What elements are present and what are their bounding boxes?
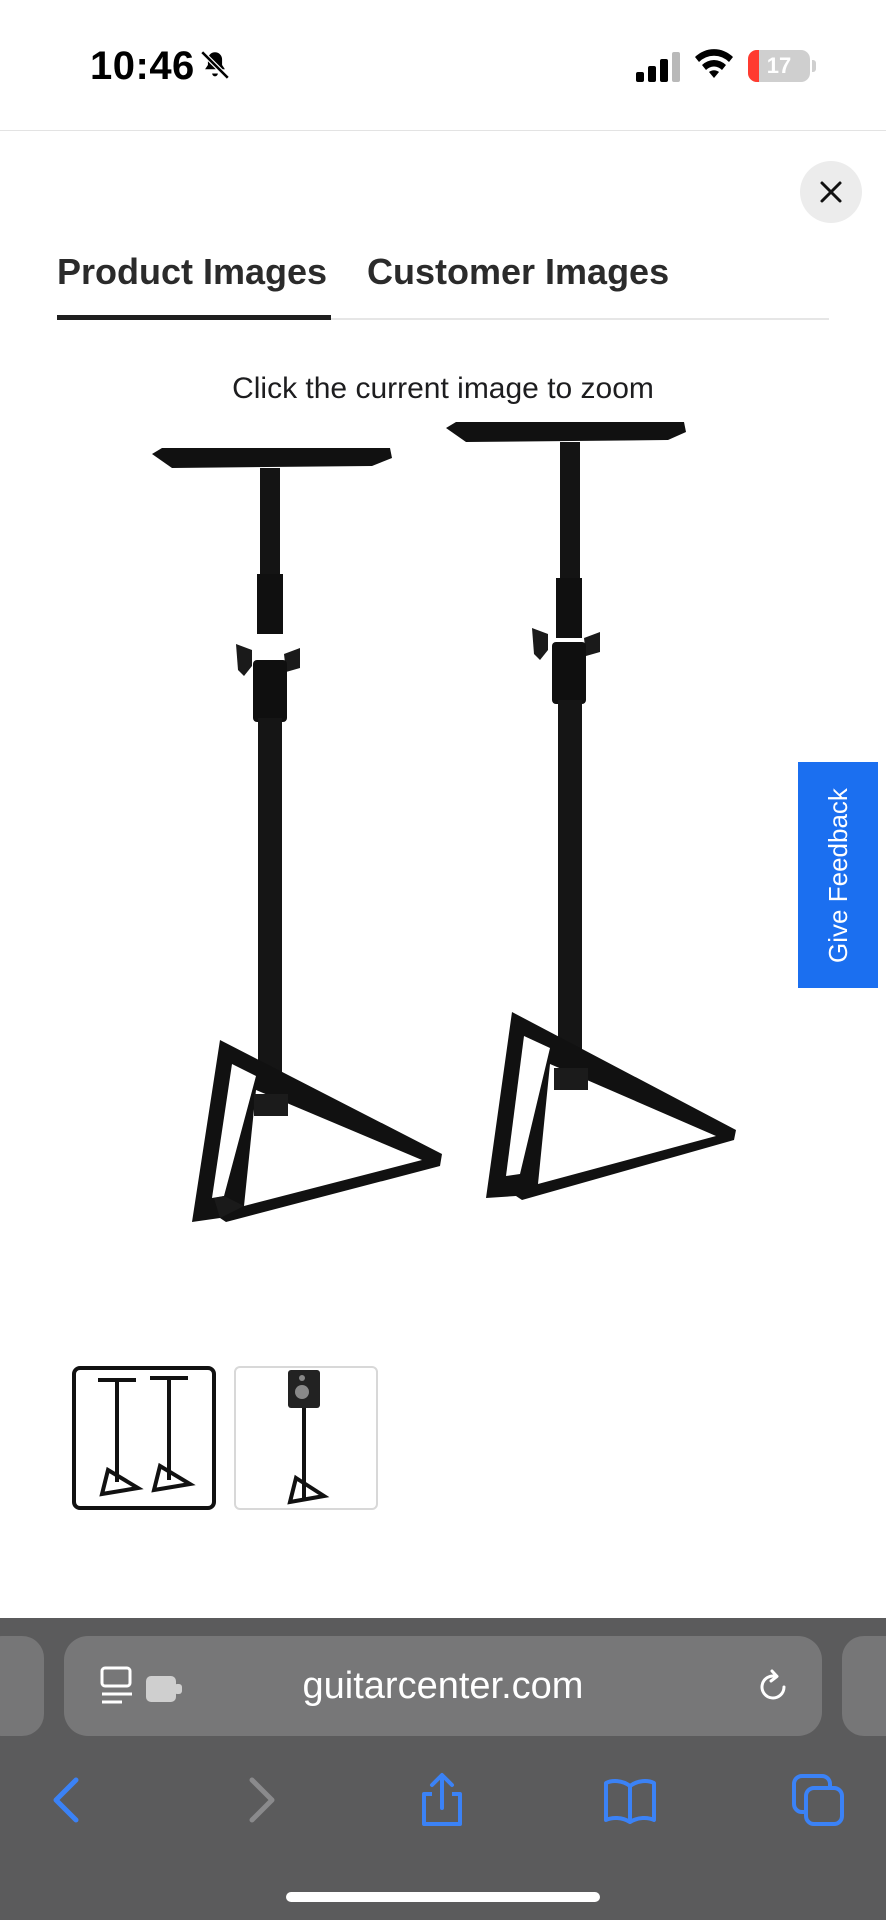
browser-bottom-bar: guitarcenter.com [0, 1618, 886, 1920]
battery-cap [812, 60, 816, 72]
tabs-icon[interactable] [790, 1772, 846, 1828]
speaker-stand-right [446, 422, 736, 1200]
bookmarks-icon[interactable] [602, 1772, 658, 1828]
speaker-stand-left [152, 448, 442, 1222]
forward-icon[interactable] [232, 1772, 288, 1828]
page-menu-icon[interactable] [100, 1666, 190, 1708]
image-tabs: Product Images Customer Images [57, 248, 829, 320]
thumbnail-stand-with-speaker [287, 1370, 330, 1505]
tab-customer-images[interactable]: Customer Images [367, 248, 669, 318]
main-product-image[interactable] [140, 414, 740, 1234]
give-feedback-button[interactable]: Give Feedback [798, 762, 878, 988]
battery-icon: 17 [748, 50, 810, 82]
wifi-icon [695, 49, 733, 78]
back-icon[interactable] [40, 1772, 96, 1828]
thumbnail-1-selected[interactable] [72, 1366, 216, 1510]
next-tab-peek[interactable] [842, 1636, 886, 1736]
top-divider [0, 130, 886, 131]
tab-customer-images-label: Customer Images [367, 251, 670, 292]
zoom-hint: Click the current image to zoom [232, 372, 654, 405]
bell-slash-icon [200, 50, 230, 80]
status-time: 10:46 [90, 44, 195, 88]
give-feedback-label: Give Feedback [822, 787, 853, 963]
close-icon [820, 181, 842, 203]
tab-product-images-label: Product Images [57, 251, 328, 292]
tab-product-images[interactable]: Product Images [57, 248, 331, 320]
home-indicator [286, 1892, 600, 1902]
address-bar[interactable]: guitarcenter.com [64, 1636, 822, 1736]
thumbnail-stands-pair [98, 1376, 196, 1497]
cellular-signal-icon [636, 52, 680, 82]
close-button[interactable] [800, 161, 862, 223]
share-icon[interactable] [414, 1772, 470, 1828]
battery-percentage: 17 [766, 53, 792, 78]
previous-tab-peek[interactable] [0, 1636, 44, 1736]
active-tab-indicator [57, 315, 331, 320]
thumbnail-2[interactable] [234, 1366, 378, 1510]
status-bar: 10:46 17 [0, 0, 886, 130]
reload-icon[interactable] [754, 1668, 792, 1706]
